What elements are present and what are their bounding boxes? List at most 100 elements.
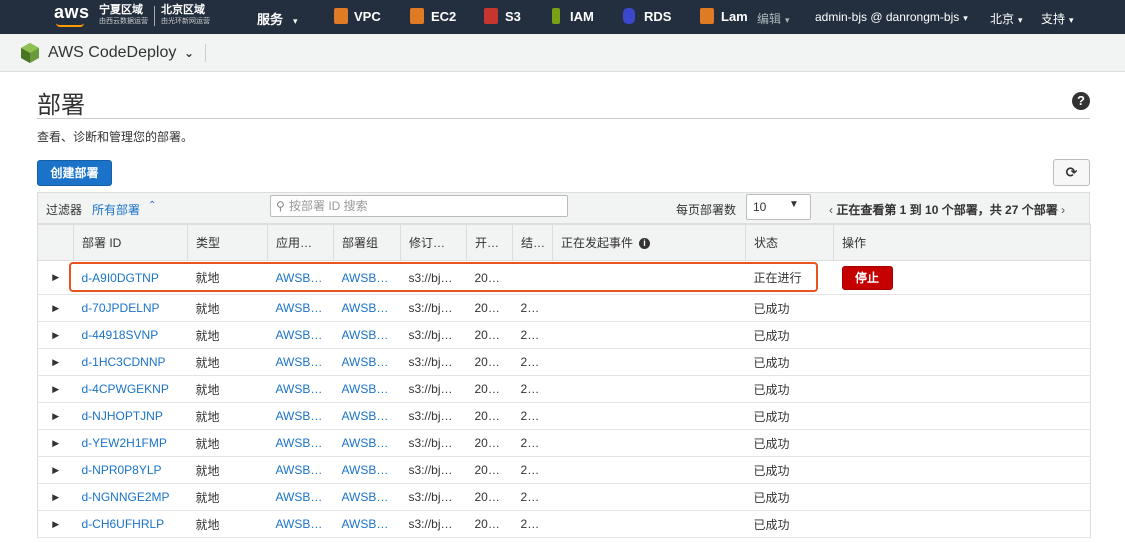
- status-text: 已成功: [745, 483, 834, 511]
- application-link[interactable]: AWSB…: [267, 483, 334, 511]
- deployment-group-link[interactable]: AWSB…: [333, 260, 401, 295]
- column-header: 操作: [833, 224, 1091, 261]
- nav-shortcut-ec2[interactable]: EC2: [431, 9, 456, 24]
- column-header-expand: [37, 224, 74, 261]
- application-link[interactable]: AWSB…: [267, 294, 334, 322]
- aws-logo[interactable]: aws: [54, 2, 90, 23]
- column-header[interactable]: 类型: [187, 224, 268, 261]
- deployment-id-link[interactable]: d-A9I0DGTNP: [73, 260, 188, 295]
- account-menu[interactable]: admin-bjs @ danrongm-bjs ▾: [815, 10, 968, 24]
- application-link[interactable]: AWSB…: [267, 456, 334, 484]
- initiating-event: [552, 294, 746, 322]
- deployment-group-link[interactable]: AWSB…: [333, 402, 401, 430]
- deployment-id-link[interactable]: d-NGNNGE2MP: [73, 483, 188, 511]
- support-menu[interactable]: 支持 ▾: [1041, 10, 1074, 27]
- action-cell: [833, 483, 1091, 511]
- per-page-label: 每页部署数: [676, 203, 737, 217]
- application-link[interactable]: AWSB…: [267, 321, 334, 349]
- column-header[interactable]: 结…: [512, 224, 553, 261]
- application-link[interactable]: AWSB…: [267, 429, 334, 457]
- end-time: 20…: [512, 294, 553, 322]
- stop-deployment-button[interactable]: 停止: [841, 265, 893, 290]
- deployment-group-link[interactable]: AWSB…: [333, 510, 401, 538]
- expand-row-icon[interactable]: ▶: [37, 348, 74, 376]
- column-header[interactable]: 开…: [466, 224, 513, 261]
- action-cell: [833, 321, 1091, 349]
- application-link[interactable]: AWSB…: [267, 260, 334, 295]
- info-icon[interactable]: i: [639, 238, 651, 250]
- deployment-group-link[interactable]: AWSB…: [333, 294, 401, 322]
- deployment-id-link[interactable]: d-NPR0P8YLP: [73, 456, 188, 484]
- status-text: 已成功: [745, 456, 834, 484]
- expand-row-icon[interactable]: ▶: [37, 510, 74, 538]
- revision-location: s3://bj…: [400, 260, 467, 295]
- previous-page-button[interactable]: ‹: [829, 203, 833, 217]
- expand-row-icon[interactable]: ▶: [37, 483, 74, 511]
- search-input[interactable]: [289, 198, 559, 214]
- service-title[interactable]: AWS CodeDeploy: [48, 44, 176, 62]
- action-cell: [833, 456, 1091, 484]
- refresh-button[interactable]: ⟳: [1053, 159, 1090, 186]
- start-time: 20…: [466, 456, 513, 484]
- edit-shortcuts-menu[interactable]: 编辑 ▾: [757, 10, 790, 27]
- column-header[interactable]: 状态: [745, 224, 834, 261]
- column-header[interactable]: 修订…: [400, 224, 467, 261]
- expand-row-icon[interactable]: ▶: [37, 456, 74, 484]
- page-title: 部署: [37, 92, 85, 119]
- table-row: ▶ d-CH6UFHRLP 就地 AWSB… AWSB… s3://bj… 20… 20… 已成…: [37, 510, 1091, 538]
- application-link[interactable]: AWSB…: [267, 375, 334, 403]
- column-header[interactable]: 部署组: [333, 224, 401, 261]
- nav-shortcut-vpc[interactable]: VPC: [354, 9, 381, 24]
- chevron-down-icon[interactable]: ⌄: [184, 46, 194, 60]
- expand-row-icon[interactable]: ▶: [37, 402, 74, 430]
- application-link[interactable]: AWSB…: [267, 402, 334, 430]
- deployment-id-link[interactable]: d-70JPDELNP: [73, 294, 188, 322]
- deployment-id-link[interactable]: d-YEW2H1FMP: [73, 429, 188, 457]
- expand-row-icon[interactable]: ▶: [37, 260, 74, 295]
- support-label: 支持: [1041, 12, 1066, 26]
- table-row: ▶ d-A9I0DGTNP 就地 AWSB… AWSB… s3://bj… 20… 正在进行停…: [37, 260, 1091, 295]
- deployment-group-link[interactable]: AWSB…: [333, 456, 401, 484]
- chevron-up-icon[interactable]: ⌃: [148, 200, 156, 211]
- nav-shortcut-s3[interactable]: S3: [505, 9, 521, 24]
- deployment-id-link[interactable]: d-44918SVNP: [73, 321, 188, 349]
- expand-row-icon[interactable]: ▶: [37, 294, 74, 322]
- iam-icon: [552, 8, 560, 24]
- region-menu[interactable]: 北京 ▾: [990, 10, 1023, 27]
- help-icon[interactable]: ?: [1072, 92, 1090, 110]
- deployment-id-link[interactable]: d-1HC3CDNNP: [73, 348, 188, 376]
- per-page-select[interactable]: 10 ▼: [746, 194, 811, 220]
- deployment-type: 就地: [187, 456, 268, 484]
- filter-label: 过滤器: [46, 203, 83, 217]
- revision-location: s3://bj…: [400, 456, 467, 484]
- deployment-group-link[interactable]: AWSB…: [333, 321, 401, 349]
- deployment-id-link[interactable]: d-NJHOPTJNP: [73, 402, 188, 430]
- aws-logo-smile-icon: [56, 23, 84, 27]
- nav-shortcut-rds[interactable]: RDS: [644, 9, 671, 24]
- deployment-group-link[interactable]: AWSB…: [333, 483, 401, 511]
- deployment-type: 就地: [187, 348, 268, 376]
- deployment-group-link[interactable]: AWSB…: [333, 348, 401, 376]
- deployment-group-link[interactable]: AWSB…: [333, 375, 401, 403]
- deployment-group-link[interactable]: AWSB…: [333, 429, 401, 457]
- column-header[interactable]: 部署 ID: [73, 224, 188, 261]
- deployment-id-link[interactable]: d-CH6UFHRLP: [73, 510, 188, 538]
- application-link[interactable]: AWSB…: [267, 348, 334, 376]
- nav-shortcut-lambda[interactable]: Lam: [721, 9, 748, 24]
- expand-row-icon[interactable]: ▶: [37, 321, 74, 349]
- services-menu[interactable]: 服务 ▾: [257, 9, 298, 28]
- expand-row-icon[interactable]: ▶: [37, 429, 74, 457]
- column-header-events[interactable]: 正在发起事件 i: [552, 224, 746, 261]
- next-page-button[interactable]: ›: [1061, 203, 1065, 217]
- create-deployment-button[interactable]: 创建部署: [37, 160, 112, 186]
- action-cell: [833, 294, 1091, 322]
- top-nav-bar: aws 宁夏区域 由西云数据运营 北京区域 由光环新网运营 服务 ▾ VPC EC…: [0, 0, 1125, 34]
- deployment-id-link[interactable]: d-4CPWGEKNP: [73, 375, 188, 403]
- filter-dropdown[interactable]: 所有部署: [92, 201, 140, 218]
- column-header[interactable]: 应用…: [267, 224, 334, 261]
- end-time: 20…: [512, 483, 553, 511]
- expand-row-icon[interactable]: ▶: [37, 375, 74, 403]
- table-row: ▶ d-NJHOPTJNP 就地 AWSB… AWSB… s3://bj… 20… 20… 已成…: [37, 402, 1091, 430]
- application-link[interactable]: AWSB…: [267, 510, 334, 538]
- nav-shortcut-iam[interactable]: IAM: [570, 9, 594, 24]
